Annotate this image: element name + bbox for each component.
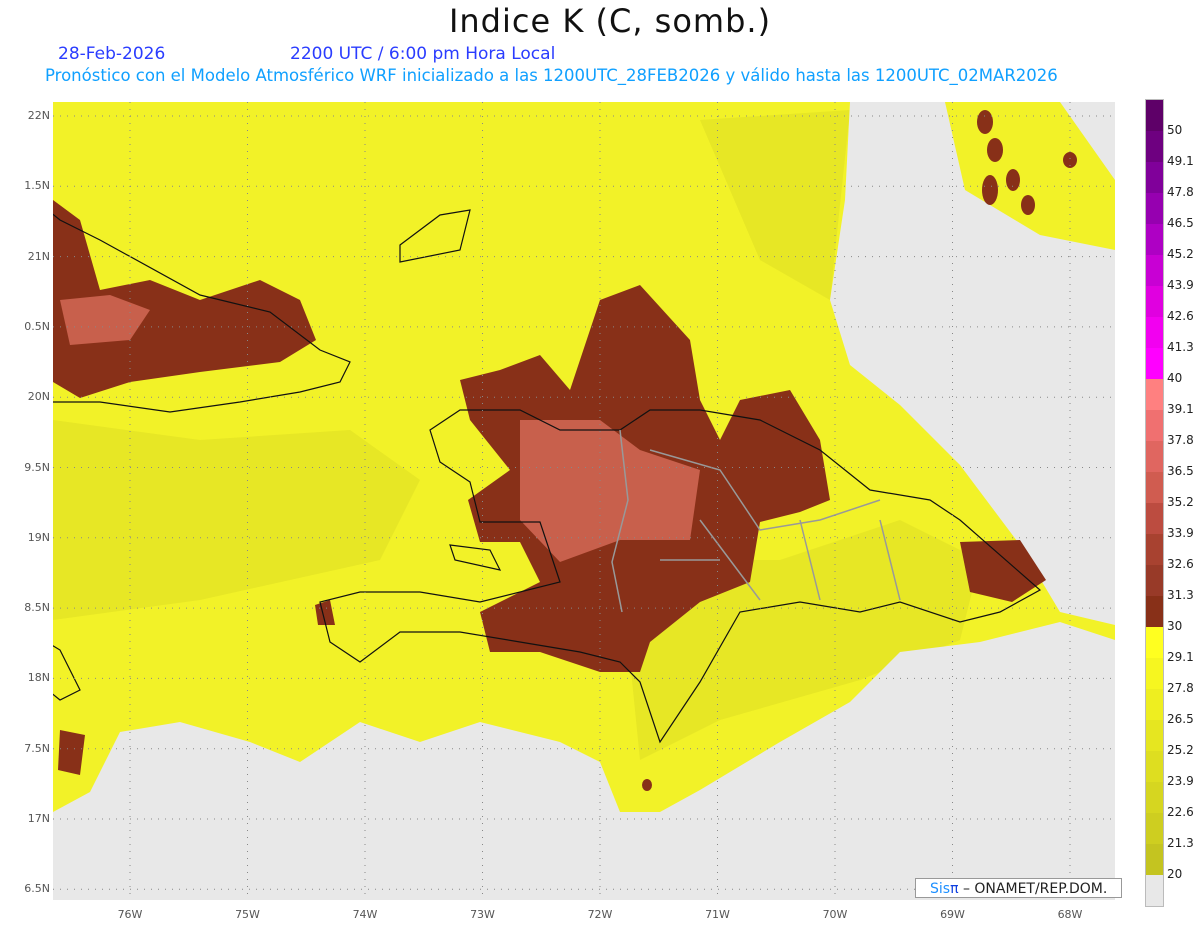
lat-label: 0.5N xyxy=(24,319,50,333)
colorbar-label: 42.6 xyxy=(1167,309,1194,323)
colorbar-label: 45.2 xyxy=(1167,247,1194,261)
lat-label: 18N xyxy=(27,671,50,685)
colorbar-cell xyxy=(1146,751,1163,782)
colorbar-cell xyxy=(1146,844,1163,875)
lon-label: 76W xyxy=(117,908,143,921)
k-index-map xyxy=(53,102,1115,900)
colorbar-label: 50 xyxy=(1167,123,1183,137)
colorbar-label: 37.8 xyxy=(1167,433,1194,447)
credit-pi: π xyxy=(950,881,959,897)
colorbar-cell xyxy=(1146,658,1163,689)
colorbar-cell xyxy=(1146,813,1163,844)
colorbar-label: 25.2 xyxy=(1167,743,1194,757)
colorbar-label: 29.1 xyxy=(1167,650,1194,664)
colorbar-cell xyxy=(1146,286,1163,317)
colorbar-cell xyxy=(1146,317,1163,348)
lat-label: 20N xyxy=(27,390,50,404)
colorbar-label: 36.5 xyxy=(1167,464,1194,478)
colorbar-label: 46.5 xyxy=(1167,216,1194,230)
colorbar-cell xyxy=(1146,379,1163,410)
lat-label: 21N xyxy=(27,249,50,263)
colorbar-cell xyxy=(1146,720,1163,751)
colorbar-label: 43.9 xyxy=(1167,278,1194,292)
colorbar-label: 39.1 xyxy=(1167,402,1194,416)
colorbar-cell xyxy=(1146,782,1163,813)
colorbar-cell xyxy=(1146,131,1163,162)
colorbar-cell xyxy=(1146,100,1163,131)
colorbar-label: 32.6 xyxy=(1167,557,1194,571)
colorbar-label: 31.3 xyxy=(1167,588,1194,602)
lon-label: 72W xyxy=(587,908,613,921)
colorbar-label: 27.8 xyxy=(1167,681,1194,695)
colorbar-cell xyxy=(1146,441,1163,472)
model-info: Pronóstico con el Modelo Atmosférico WRF… xyxy=(45,66,1058,85)
colorbar-label: 21.3 xyxy=(1167,836,1194,850)
colorbar-cell xyxy=(1146,224,1163,255)
lat-label: 1.5N xyxy=(24,179,50,193)
colorbar-cell xyxy=(1146,162,1163,193)
lat-label: 9.5N xyxy=(24,460,50,474)
lon-label: 70W xyxy=(822,908,848,921)
forecast-date: 28-Feb-2026 xyxy=(58,44,166,64)
credit-sis: Sis xyxy=(930,881,951,897)
colorbar-label: 49.1 xyxy=(1167,154,1194,168)
lat-label: 8.5N xyxy=(24,601,50,615)
colorbar-label: 30 xyxy=(1167,619,1183,633)
lon-label: 69W xyxy=(940,908,965,921)
colorbar-cell xyxy=(1146,565,1163,596)
colorbar-label: 40 xyxy=(1167,371,1183,385)
map-title: Indice K (C, somb.) xyxy=(448,2,772,40)
forecast-time: 2200 UTC / 6:00 pm Hora Local xyxy=(290,44,556,64)
lat-label: 17N xyxy=(27,812,50,825)
colorbar-label: 20 xyxy=(1167,867,1183,881)
colorbar-label: 41.3 xyxy=(1167,340,1194,354)
lat-label: 19N xyxy=(27,530,50,544)
lon-label: 73W xyxy=(470,908,495,921)
lon-label: 74W xyxy=(352,908,378,921)
lat-label: 22N xyxy=(27,109,50,122)
colorbar-cell xyxy=(1146,596,1163,627)
lon-label: 68W xyxy=(1057,908,1083,921)
colorbar-cell xyxy=(1146,472,1163,503)
credit-onamet: – ONAMET/REP.DOM. xyxy=(958,881,1108,897)
colorbar-label: 47.8 xyxy=(1167,185,1194,199)
colorbar-cell xyxy=(1146,627,1163,658)
colorbar-label: 33.9 xyxy=(1167,526,1194,540)
lon-label: 75W xyxy=(235,908,260,921)
colorbar-cell xyxy=(1146,255,1163,286)
colorbar xyxy=(1145,99,1164,907)
colorbar-cell xyxy=(1146,193,1163,224)
lat-label: 7.5N xyxy=(24,741,50,755)
colorbar-cell xyxy=(1146,689,1163,720)
colorbar-cell xyxy=(1146,503,1163,534)
lon-label: 71W xyxy=(705,908,730,921)
colorbar-cell xyxy=(1146,875,1163,906)
colorbar-label: 26.5 xyxy=(1167,712,1194,726)
colorbar-cell xyxy=(1146,410,1163,441)
colorbar-cell xyxy=(1146,534,1163,565)
credit-box: Sisπ – ONAMET/REP.DOM. xyxy=(915,878,1122,898)
lat-label: 6.5N xyxy=(24,882,50,896)
colorbar-label: 22.6 xyxy=(1167,805,1194,819)
colorbar-label: 23.9 xyxy=(1167,774,1194,788)
colorbar-cell xyxy=(1146,348,1163,379)
colorbar-label: 35.2 xyxy=(1167,495,1194,509)
